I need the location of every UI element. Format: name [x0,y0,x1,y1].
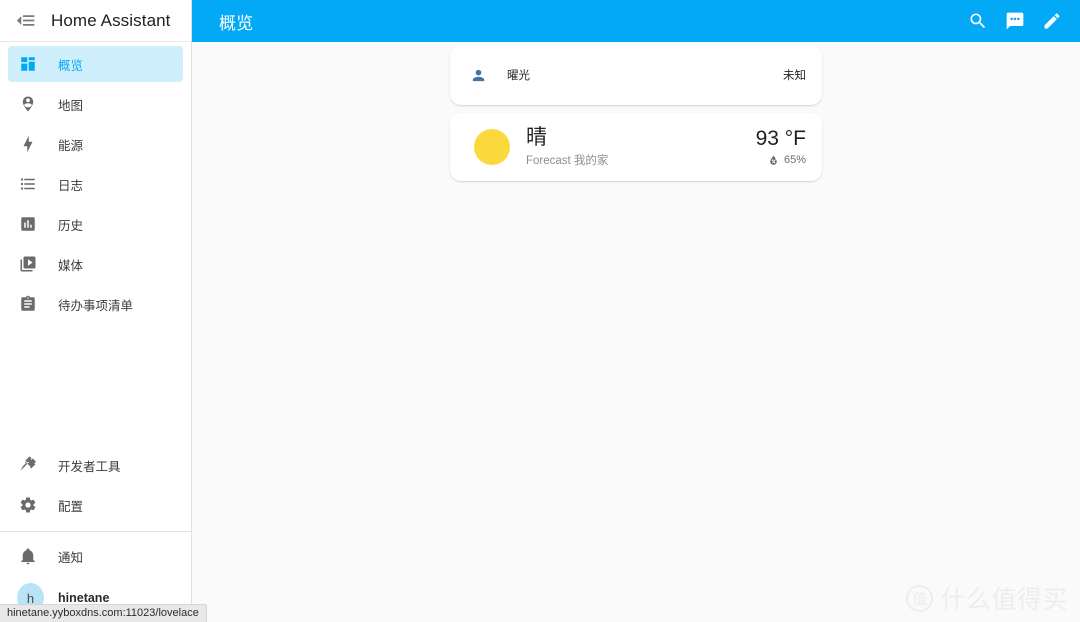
sidebar-item-label: 历史 [58,218,84,233]
hammer-wrench-icon [12,456,44,474]
dashboard-content: 曜光 未知 晴 Forecast 我的家 93 °F 65% 值 什么值得买 [192,42,1080,622]
user-name: hinetane [58,591,110,605]
assist-icon[interactable] [997,3,1033,39]
watermark-logo: 值 [906,584,934,612]
entities-card[interactable]: 曜光 未知 [450,45,822,105]
sidebar-nav-secondary: 开发者工具 配置 [0,443,191,527]
sidebar-nav-primary: 概览 地图 能源 日志 历史 媒体 待办事项清单 [0,42,191,326]
sidebar-item-label: 待办事项清单 [58,298,134,313]
sidebar-item-notifications[interactable]: 通知 [8,538,183,574]
clipboard-list-icon [12,295,44,313]
sidebar-item-label: 能源 [58,138,84,153]
menu-open-icon[interactable] [8,3,44,39]
search-icon[interactable] [960,3,996,39]
sidebar-item-overview[interactable]: 概览 [8,46,183,82]
cards-column: 曜光 未知 晴 Forecast 我的家 93 °F 65% [450,42,822,181]
humidity-value: 65% [783,154,806,167]
bell-icon [12,547,44,565]
sidebar-item-label: 开发者工具 [58,459,121,474]
entity-row[interactable]: 曜光 未知 [466,59,806,91]
sidebar-item-media[interactable]: 媒体 [8,246,183,282]
sidebar: Home Assistant 概览 地图 能源 日志 历史 媒体 待办事项清单 … [0,0,192,622]
sidebar-item-energy[interactable]: 能源 [8,126,183,162]
chart-box-icon [12,215,44,233]
page-title: 概览 [219,13,254,33]
sidebar-header: Home Assistant [0,0,191,42]
account-icon [466,67,490,84]
sidebar-item-todo[interactable]: 待办事项清单 [8,286,183,322]
sidebar-item-settings[interactable]: 配置 [8,487,183,523]
top-app-bar: 概览 [192,0,1080,42]
sidebar-item-map[interactable]: 地图 [8,86,183,122]
lightning-bolt-icon [12,135,44,153]
weather-humidity: 65% [756,154,806,167]
entity-state[interactable]: 未知 [783,67,806,83]
map-marker-account-icon [12,95,44,113]
sidebar-item-history[interactable]: 历史 [8,206,183,242]
weather-secondary-info: 93 °F 65% [756,127,806,167]
weather-condition: 晴 [526,126,547,149]
weather-subtitle: Forecast 我的家 [526,154,609,167]
sidebar-item-developer-tools[interactable]: 开发者工具 [8,447,183,483]
menu-open-glyph [16,15,34,26]
view-dashboard-icon [12,55,44,73]
app-root: Home Assistant 概览 地图 能源 日志 历史 媒体 待办事项清单 … [0,0,1080,622]
weather-sunny-icon [464,128,520,165]
sidebar-item-label: 日志 [58,178,84,193]
water-percent-icon [770,155,777,165]
sidebar-item-label: 地图 [58,98,84,113]
watermark-text: 什么值得买 [940,586,1068,614]
weather-forecast-card[interactable]: 晴 Forecast 我的家 93 °F 65% [450,113,822,181]
sidebar-item-logbook[interactable]: 日志 [8,166,183,202]
play-box-multiple-icon [12,255,44,273]
app-title: Home Assistant [51,10,171,30]
sun-glyph [474,128,510,165]
weather-temperature: 93 °F [755,127,806,150]
sidebar-item-label: 配置 [58,499,84,514]
weather-primary-info: 晴 Forecast 我的家 [526,126,756,168]
watermark: 值 什么值得买 [906,580,1068,616]
cog-icon [12,496,44,514]
format-list-bulleted-icon [12,175,44,193]
sidebar-item-label: 概览 [58,58,84,73]
sidebar-item-label: 媒体 [58,258,84,273]
edit-pencil-icon[interactable] [1034,3,1070,39]
sidebar-item-label: 通知 [58,550,84,565]
entity-name: 曜光 [507,70,530,82]
main-area: 概览 曜光 未知 晴 Forecast 我的家 93 °F 65% 值 什么值得… [192,0,1080,622]
status-bar-url: hinetane.yyboxdns.com:11023/lovelace [0,604,207,622]
